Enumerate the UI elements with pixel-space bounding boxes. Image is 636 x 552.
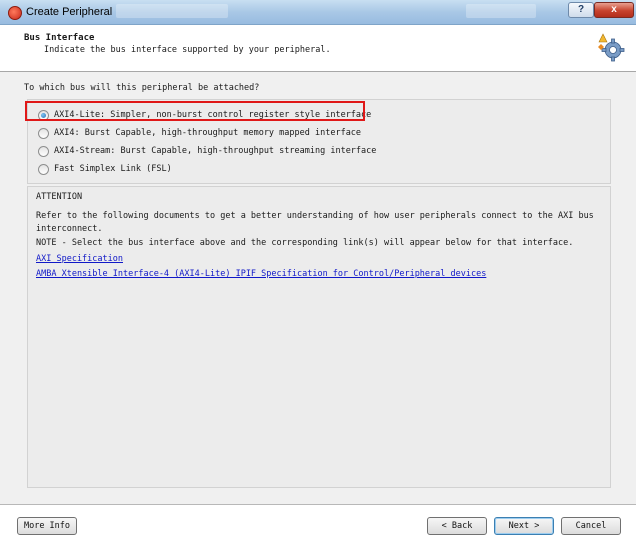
attention-panel: ATTENTION Refer to the following documen… [27, 186, 611, 488]
more-info-button[interactable]: More Info [17, 517, 77, 535]
bus-question: To which bus will this peripheral be att… [24, 83, 260, 93]
wizard-gear-icon [598, 33, 625, 62]
attention-body: Refer to the following documents to get … [36, 211, 594, 234]
option-label: AXI4: Burst Capable, high-throughput mem… [54, 128, 362, 138]
background-window-ghost [466, 4, 536, 18]
option-label: AXI4-Stream: Burst Capable, high-through… [54, 146, 377, 156]
option-label: Fast Simplex Link (FSL) [54, 164, 172, 174]
wizard-header: Bus Interface Indicate the bus interface… [0, 25, 636, 72]
page-subtitle: Indicate the bus interface supported by … [44, 45, 331, 55]
close-button[interactable]: x [594, 2, 634, 18]
attention-note: NOTE - Select the bus interface above an… [36, 238, 574, 248]
window-title: Create Peripheral [26, 6, 113, 18]
cancel-button[interactable]: Cancel [561, 517, 621, 535]
attention-title: ATTENTION [36, 192, 83, 202]
radio-button[interactable] [38, 128, 49, 139]
axi-spec-link[interactable]: AXI Specification [36, 254, 123, 264]
page-title: Bus Interface [24, 33, 95, 43]
wizard-body: To which bus will this peripheral be att… [0, 72, 636, 505]
app-icon [8, 6, 22, 20]
back-button[interactable]: < Back [427, 517, 487, 535]
axi4-lite-ipif-link[interactable]: AMBA Xtensible Interface-4 (AXI4-Lite) I… [36, 269, 486, 279]
title-bar[interactable]: Create Peripheral ? x [0, 0, 636, 25]
radio-button[interactable] [38, 146, 49, 157]
selection-highlight-box [25, 101, 365, 121]
background-window-ghost [116, 4, 228, 18]
next-button[interactable]: Next > [494, 517, 554, 535]
radio-button[interactable] [38, 164, 49, 175]
help-button[interactable]: ? [568, 2, 594, 18]
